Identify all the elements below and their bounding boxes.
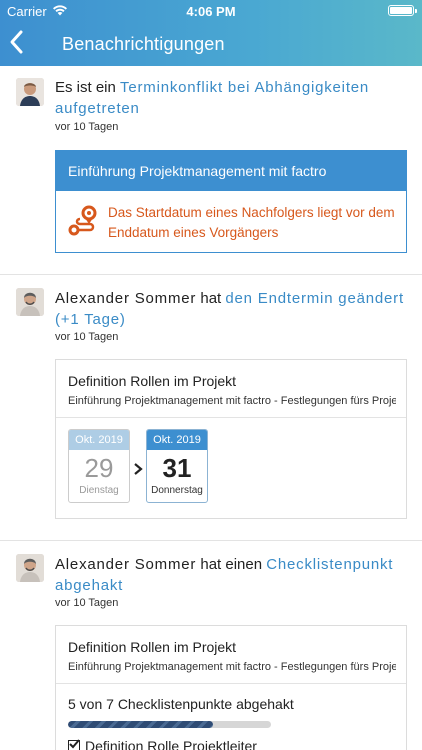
avatar <box>16 288 44 316</box>
notification-time: vor 10 Tagen <box>55 597 119 609</box>
user-name[interactable]: Alexander Sommer <box>55 290 196 307</box>
app-header: Carrier 4:06 PM Benachrichtigungen <box>0 0 422 66</box>
divider <box>56 417 406 418</box>
notification-prefix: Es ist ein <box>55 79 121 96</box>
user-name[interactable]: Alexander Sommer <box>55 556 196 573</box>
task-path: Einführung Projektmanagement mit factro … <box>68 395 396 407</box>
conflict-card[interactable]: Einführung Projektmanagement mit factro … <box>55 150 407 253</box>
checklist-progress-label: 5 von 7 Checklistenpunkte abgehakt <box>68 696 294 712</box>
notification-list: Es ist ein Terminkonflikt bei Abhängigke… <box>0 66 422 750</box>
conflict-card-title: Einführung Projektmanagement mit factro <box>56 151 406 191</box>
status-bar: Carrier 4:06 PM <box>0 0 422 22</box>
divider <box>56 683 406 684</box>
user-photo-icon <box>16 78 44 106</box>
new-date-day: 31 <box>162 453 192 483</box>
notification-message: Alexander Sommer hat den Endtermin geänd… <box>55 288 405 330</box>
old-date-month: Okt. 2019 <box>69 430 129 450</box>
avatar <box>16 78 44 106</box>
back-button[interactable] <box>6 28 36 60</box>
task-title: Definition Rollen im Projekt <box>68 639 237 655</box>
new-date-month: Okt. 2019 <box>147 430 207 450</box>
notification-time: vor 10 Tagen <box>55 121 119 133</box>
task-title: Definition Rollen im Projekt <box>68 373 237 389</box>
chevron-left-icon <box>10 30 23 54</box>
new-date-weekday: Donnerstag <box>151 485 203 496</box>
new-date: Okt. 2019 31 Donnerstag <box>146 429 208 503</box>
notification-item[interactable]: Es ist ein Terminkonflikt bei Abhängigke… <box>0 66 422 275</box>
task-path: Einführung Projektmanagement mit factro … <box>68 661 396 673</box>
task-card[interactable]: Definition Rollen im Projekt Einführung … <box>55 359 407 519</box>
battery-icon <box>388 5 417 16</box>
task-card[interactable]: Definition Rollen im Projekt Einführung … <box>55 625 407 750</box>
old-date-weekday: Dienstag <box>79 485 119 496</box>
arrow-right-icon <box>134 463 143 475</box>
user-photo-icon <box>16 554 44 582</box>
checklist-progress-bar <box>68 721 271 728</box>
route-icon <box>68 205 97 236</box>
notification-item[interactable]: Alexander Sommer hat den Endtermin geänd… <box>0 275 422 541</box>
notification-item[interactable]: Alexander Sommer hat einen Checklistenpu… <box>0 541 422 750</box>
checklist-progress-fill <box>68 721 213 728</box>
clock: 4:06 PM <box>186 4 236 19</box>
notification-time: vor 10 Tagen <box>55 331 119 343</box>
notification-message: Es ist ein Terminkonflikt bei Abhängigke… <box>55 77 405 119</box>
notification-verb: hat <box>196 290 226 307</box>
checklist-item-label: Definition Rolle Projektleiter <box>85 738 257 750</box>
old-date-day: 29 <box>84 453 114 483</box>
checkbox-checked-icon[interactable] <box>68 739 80 750</box>
checklist-item[interactable]: Definition Rolle Projektleiter <box>68 738 257 750</box>
user-photo-icon <box>16 288 44 316</box>
page-title: Benachrichtigungen <box>62 34 225 54</box>
notification-verb: hat einen <box>196 556 267 573</box>
conflict-message: Das Startdatum eines Nachfolgers liegt v… <box>108 205 395 240</box>
notification-message: Alexander Sommer hat einen Checklistenpu… <box>55 554 405 596</box>
old-date: Okt. 2019 29 Dienstag <box>68 429 130 503</box>
avatar <box>16 554 44 582</box>
